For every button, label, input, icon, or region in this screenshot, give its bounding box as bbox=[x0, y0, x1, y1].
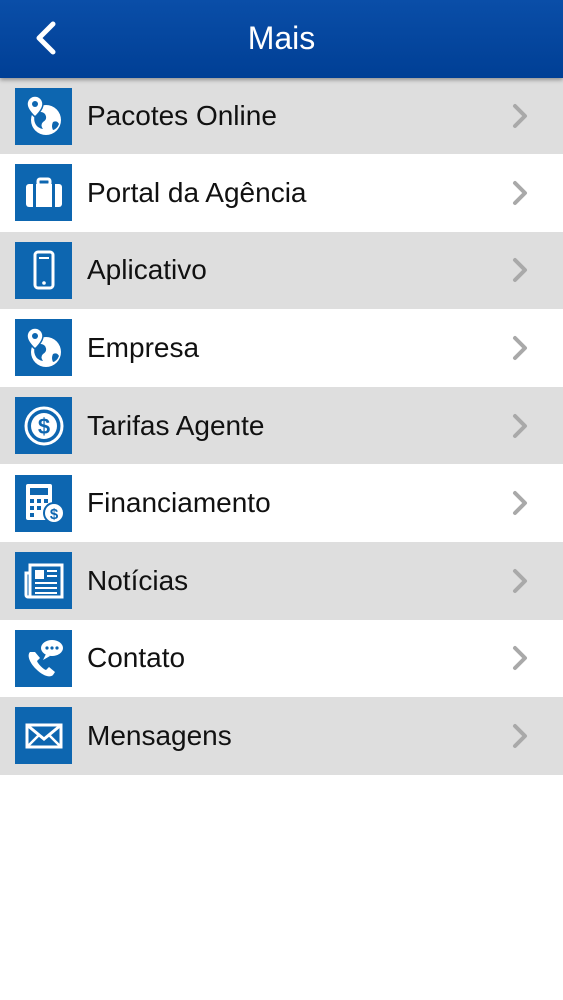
menu-item-label: Tarifas Agente bbox=[87, 409, 265, 441]
phone-chat-icon bbox=[15, 629, 72, 687]
calculator-dollar-icon: $ bbox=[15, 474, 72, 532]
menu-item-label: Empresa bbox=[87, 331, 200, 363]
menu-item-aplicativo[interactable]: Aplicativo bbox=[0, 231, 563, 310]
chevron-right-icon bbox=[511, 257, 529, 283]
menu-item-contato[interactable]: Contato bbox=[0, 619, 563, 698]
menu-item-portal-da-agencia[interactable]: Portal da Agência bbox=[0, 154, 563, 232]
menu-item-label: Financiamento bbox=[87, 487, 271, 519]
chevron-right-icon bbox=[511, 568, 529, 594]
menu-item-empresa[interactable]: Empresa bbox=[0, 309, 563, 387]
menu-list: Pacotes Online Portal da Agência Aplicat… bbox=[0, 78, 563, 775]
nav-bar: Mais bbox=[0, 0, 563, 78]
dollar-coin-icon: $ bbox=[15, 397, 72, 455]
menu-item-tarifas-agente[interactable]: $ Tarifas Agente bbox=[0, 386, 563, 465]
smartphone-icon bbox=[15, 241, 72, 299]
chevron-right-icon bbox=[511, 413, 529, 439]
suitcase-icon bbox=[15, 164, 72, 222]
menu-item-label: Contato bbox=[87, 642, 186, 674]
menu-item-label: Aplicativo bbox=[87, 254, 207, 286]
chevron-right-icon bbox=[511, 335, 529, 361]
page-title: Mais bbox=[247, 19, 316, 56]
menu-item-label: Notícias bbox=[87, 564, 189, 596]
chevron-right-icon bbox=[511, 180, 529, 206]
menu-item-mensagens[interactable]: Mensagens bbox=[0, 697, 563, 775]
svg-text:$: $ bbox=[37, 414, 49, 439]
envelope-icon bbox=[15, 707, 72, 765]
globe-pin-icon bbox=[15, 319, 72, 377]
newspaper-icon bbox=[15, 552, 72, 610]
chevron-right-icon bbox=[511, 103, 529, 129]
menu-item-noticias[interactable]: Notícias bbox=[0, 541, 563, 620]
menu-item-label: Mensagens bbox=[87, 719, 232, 751]
menu-item-label: Portal da Agência bbox=[87, 176, 307, 208]
svg-text:$: $ bbox=[49, 506, 58, 523]
globe-pin-icon bbox=[15, 87, 72, 145]
chevron-right-icon bbox=[511, 645, 529, 671]
menu-item-label: Pacotes Online bbox=[87, 100, 277, 131]
chevron-right-icon bbox=[511, 723, 529, 749]
menu-item-financiamento[interactable]: $ Financiamento bbox=[0, 464, 563, 542]
menu-item-pacotes-online[interactable]: Pacotes Online bbox=[0, 78, 563, 154]
chevron-right-icon bbox=[511, 490, 529, 516]
